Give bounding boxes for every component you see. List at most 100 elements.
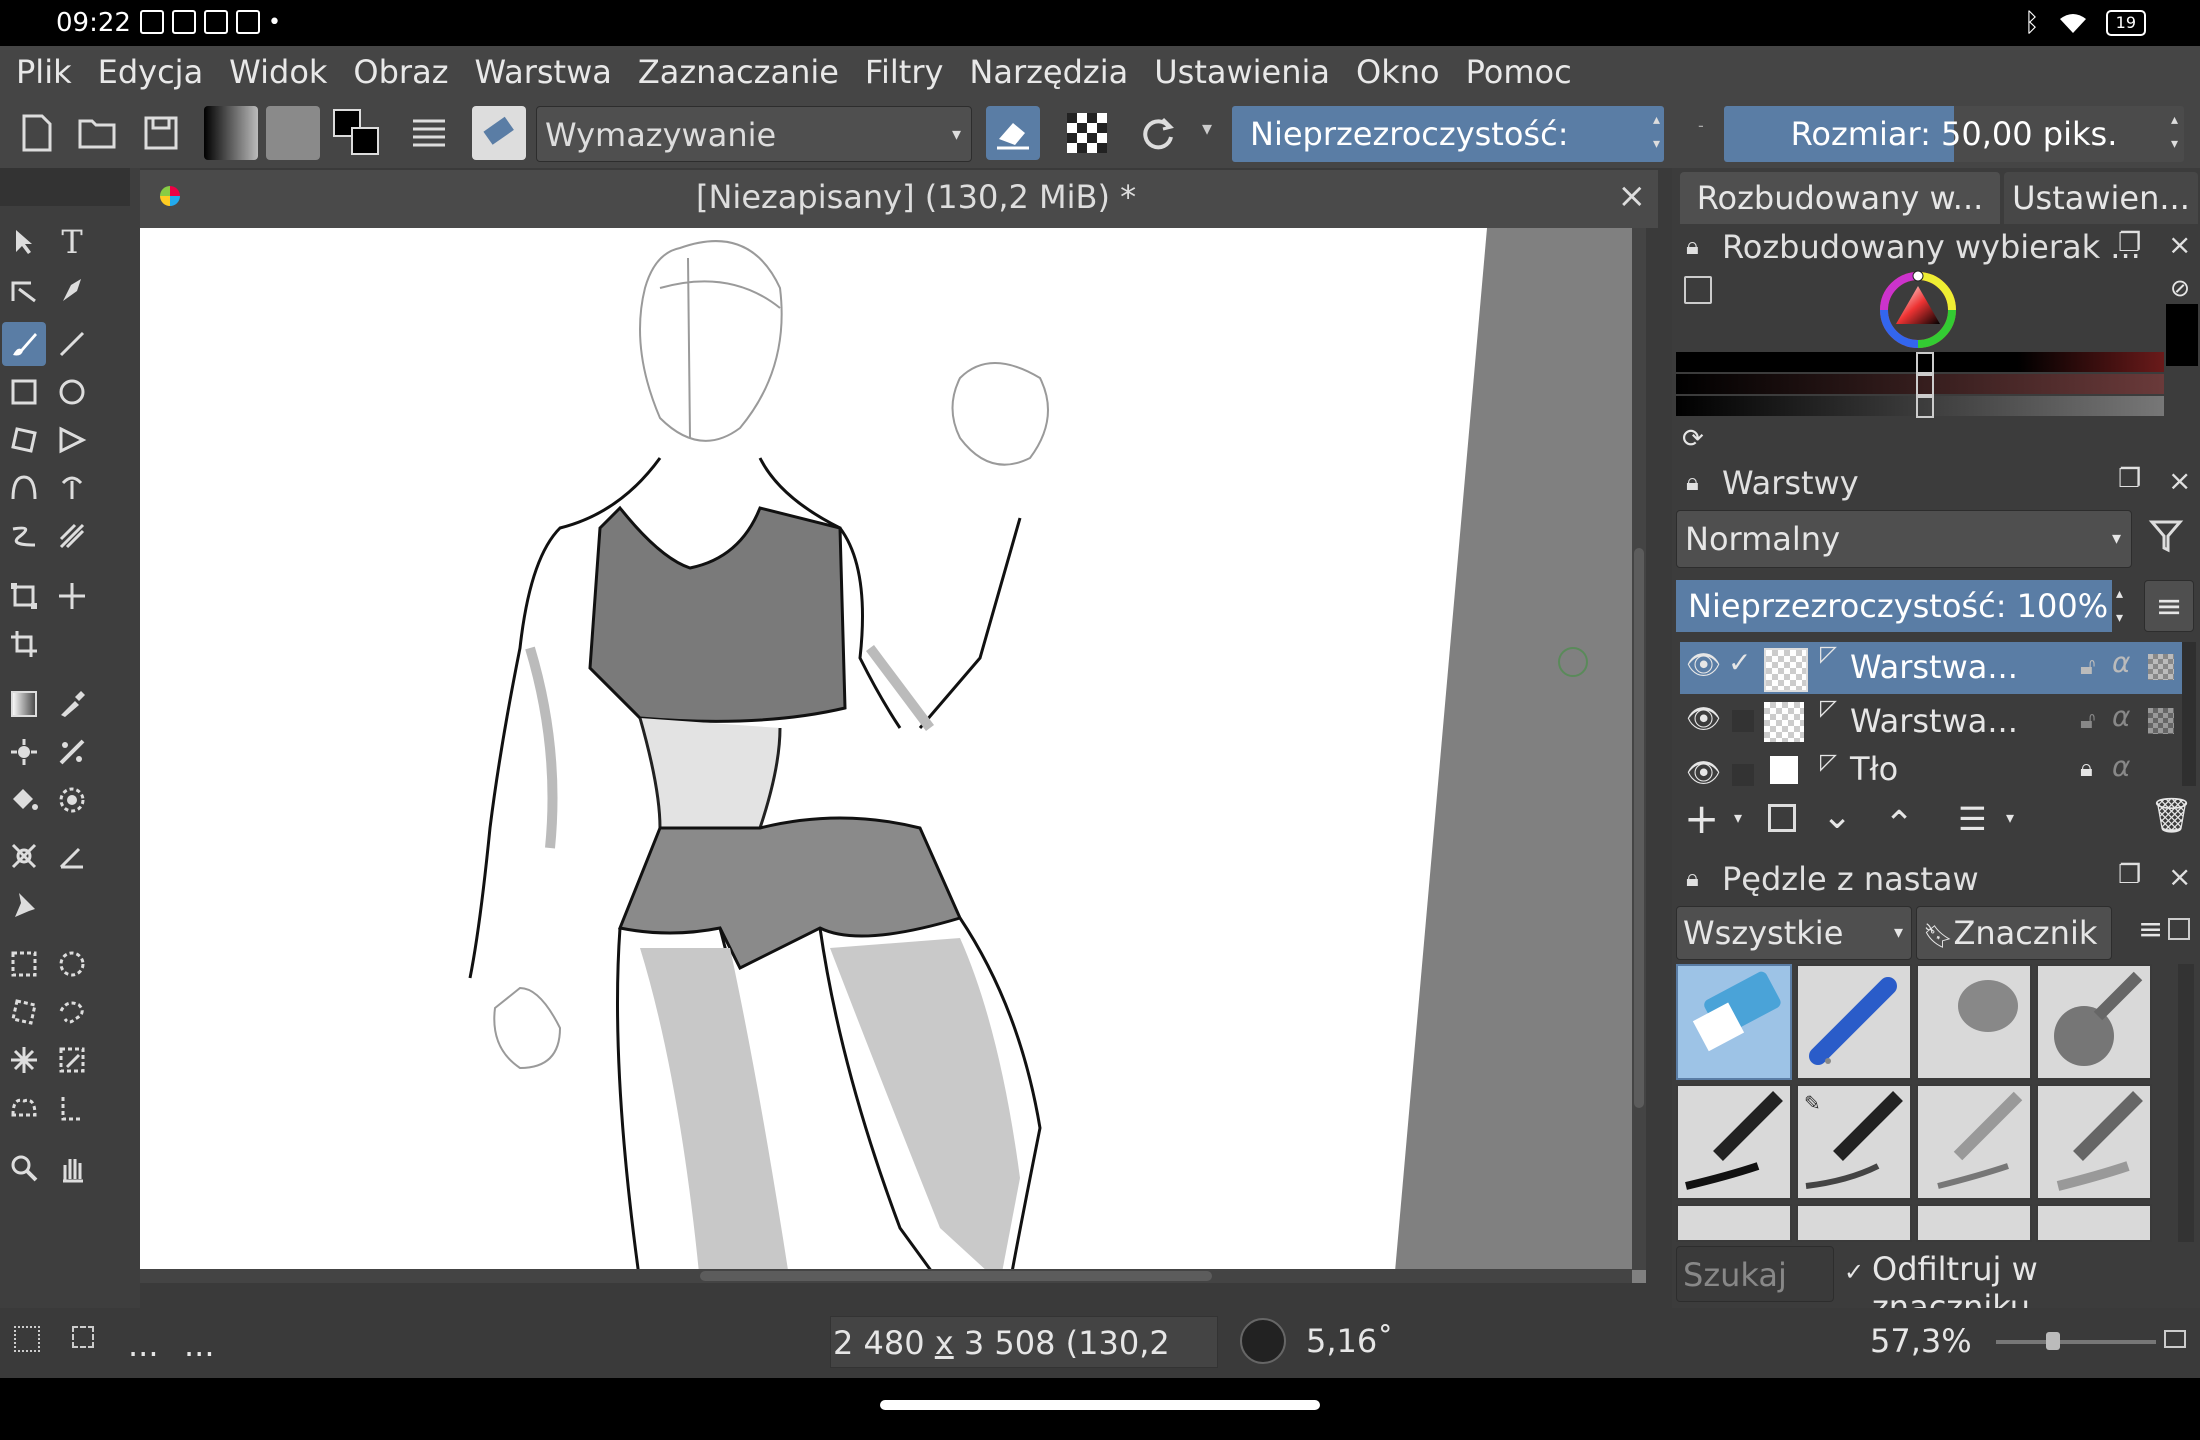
- brush-preset-ink-pen[interactable]: [1676, 1084, 1792, 1200]
- freehand-path-icon[interactable]: [50, 466, 94, 510]
- edit-shapes-icon[interactable]: [2, 268, 46, 312]
- layer-properties-icon[interactable]: ☰: [1958, 800, 1987, 838]
- brush-preset-soft-eraser[interactable]: [1916, 964, 2032, 1080]
- lock-icon[interactable]: 🔒︎: [1686, 468, 1699, 496]
- eye-icon[interactable]: 👁︎: [1686, 756, 1722, 786]
- layer-row[interactable]: 👁︎ ◸ Warstwa... 🔓︎ α: [1680, 696, 2190, 748]
- brush-preset-row-partial[interactable]: [1796, 1204, 1912, 1242]
- filter-icon[interactable]: [2148, 518, 2184, 558]
- slider-handle[interactable]: [1916, 374, 1934, 396]
- line-tool-icon[interactable]: [50, 322, 94, 366]
- colorize-mask-icon[interactable]: [2, 730, 46, 774]
- reference-pin-icon[interactable]: [2, 882, 46, 926]
- document-tab[interactable]: [Niezapisany] (130,2 MiB) * ×: [140, 170, 1658, 228]
- chevron-down-icon[interactable]: ▾: [2006, 808, 2014, 827]
- docker-tab-color-selector[interactable]: Rozbudowany w...: [1680, 172, 2000, 224]
- menu-view[interactable]: Widok: [229, 53, 327, 91]
- close-tab-icon[interactable]: ×: [1618, 176, 1647, 216]
- float-docker-icon[interactable]: ❐: [2118, 464, 2141, 494]
- no-color-icon[interactable]: ⊘: [2170, 274, 2190, 302]
- rectangle-tool-icon[interactable]: [2, 370, 46, 414]
- brush-tag-button[interactable]: 🔖︎Znacznik: [1916, 906, 2112, 960]
- preserve-alpha-icon[interactable]: [1060, 106, 1114, 160]
- spinner-arrows-icon[interactable]: ▴ ▾: [1653, 108, 1660, 156]
- layers-scrollbar[interactable]: [2182, 642, 2196, 786]
- contiguous-selection-icon[interactable]: [2, 1038, 46, 1082]
- dynamic-brush-icon[interactable]: [2, 514, 46, 558]
- menu-tools[interactable]: Narzędzia: [969, 53, 1128, 91]
- brush-preset-dropdown[interactable]: Wymazywanie ▾: [536, 106, 972, 162]
- opacity-slider[interactable]: Nieprzezroczystość: 100% ▴▾: [1232, 106, 1664, 209]
- delete-layer-icon[interactable]: 🗑︎: [2150, 796, 2193, 836]
- rotation-value[interactable]: 5,16˚: [1306, 1322, 1393, 1360]
- current-color-swatch[interactable]: [2166, 304, 2198, 366]
- menu-select[interactable]: Zaznaczanie: [638, 53, 839, 91]
- alpha-lock-icon[interactable]: α: [2112, 646, 2130, 679]
- rect-selection-icon[interactable]: [2, 942, 46, 986]
- vertical-scroll-thumb[interactable]: [1634, 548, 1644, 1108]
- gradient-tool-icon[interactable]: [2, 682, 46, 726]
- brush-preset-pencil[interactable]: [1916, 1084, 2032, 1200]
- filter-in-tag-checkbox[interactable]: ✓: [1844, 1258, 1864, 1286]
- brush-view-icon[interactable]: [2168, 918, 2190, 940]
- lock-icon[interactable]: 🔒︎: [1686, 864, 1699, 892]
- bezier-selection-icon[interactable]: [2, 1086, 46, 1130]
- pan-tool-icon[interactable]: [50, 1146, 94, 1190]
- close-docker-icon[interactable]: ×: [2168, 464, 2191, 497]
- docker-tab-tool-options[interactable]: Ustawien...: [2004, 172, 2198, 224]
- menu-file[interactable]: Plik: [16, 53, 72, 91]
- brush-settings-icon[interactable]: [402, 106, 456, 160]
- alpha-lock-icon[interactable]: α: [2112, 750, 2130, 783]
- home-gesture-handle[interactable]: [880, 1400, 1320, 1410]
- menu-image[interactable]: Obraz: [353, 53, 448, 91]
- image-dimensions[interactable]: 2 480 x 3 508 (130,2 MiB): [830, 1316, 1218, 1414]
- reload-preset-icon[interactable]: [1130, 106, 1184, 160]
- brush-preset-marker[interactable]: [2036, 1084, 2152, 1200]
- brush-preset-row-partial[interactable]: [1676, 1204, 1792, 1242]
- freehand-selection-icon[interactable]: [50, 990, 94, 1034]
- zoom-slider-handle[interactable]: [2046, 1332, 2060, 1350]
- smart-patch-icon[interactable]: [50, 730, 94, 774]
- polygon-selection-icon[interactable]: [2, 990, 46, 1034]
- alpha-lock-icon[interactable]: α: [2112, 700, 2130, 733]
- menu-settings[interactable]: Ustawienia: [1154, 53, 1330, 91]
- menu-layer[interactable]: Warstwa: [474, 53, 611, 91]
- reset-colors-icon[interactable]: ⟳: [1682, 424, 1704, 454]
- lock-icon[interactable]: 🔒︎: [2080, 754, 2093, 782]
- layer-name[interactable]: Tło: [1850, 750, 1898, 786]
- brush-preset-airbrush[interactable]: [2036, 964, 2152, 1080]
- brush-preset-thumbnail-icon[interactable]: [472, 106, 526, 160]
- layer-checkbox[interactable]: [1732, 710, 1754, 732]
- color-slider-hue[interactable]: [1676, 352, 2164, 374]
- menu-window[interactable]: Okno: [1356, 53, 1440, 91]
- vertical-scrollbar[interactable]: [1632, 228, 1646, 1270]
- multibrush-icon[interactable]: [50, 514, 94, 558]
- chevron-down-icon[interactable]: ▾: [1734, 808, 1742, 827]
- inherit-alpha-icon[interactable]: [2148, 654, 2174, 680]
- horizontal-scrollbar[interactable]: [140, 1269, 1632, 1283]
- layer-row[interactable]: 👁︎ ✓ ◸ Warstwa... 🔓︎ α: [1680, 642, 2190, 694]
- close-docker-icon[interactable]: ×: [2168, 228, 2191, 261]
- brush-search-input[interactable]: Szukaj: [1676, 1246, 1834, 1302]
- layer-row[interactable]: 👁︎ ◸ Tło 🔒︎ α: [1680, 750, 2190, 786]
- close-docker-icon[interactable]: ×: [2168, 860, 2191, 893]
- move-tool-icon[interactable]: [50, 574, 94, 618]
- menu-help[interactable]: Pomoc: [1466, 53, 1572, 91]
- eye-icon[interactable]: 👁︎: [1686, 702, 1722, 735]
- similar-selection-icon[interactable]: [50, 1038, 94, 1082]
- color-wheel[interactable]: [1878, 270, 1958, 350]
- layer-menu-button[interactable]: ≡: [2144, 580, 2194, 632]
- fullscreen-icon[interactable]: [2164, 1330, 2186, 1348]
- inherit-alpha-icon[interactable]: [2148, 708, 2174, 734]
- rotation-dial-icon[interactable]: [1240, 1318, 1286, 1364]
- size-slider[interactable]: Rozmiar: 50,00 piks. ▴ ▾: [1724, 106, 2184, 162]
- color-slider-saturation[interactable]: [1676, 374, 2164, 396]
- lock-icon[interactable]: 🔓︎: [2080, 706, 2096, 734]
- canvas-drawing[interactable]: [140, 228, 1646, 1283]
- eye-icon[interactable]: 👁︎: [1686, 648, 1722, 681]
- fill-tool-icon[interactable]: [2, 778, 46, 822]
- brush-preset-ink-brush[interactable]: ✎: [1796, 1084, 1912, 1200]
- color-selector-settings-icon[interactable]: [1684, 276, 1712, 304]
- text-tool-icon[interactable]: T: [50, 220, 94, 264]
- new-document-icon[interactable]: [10, 106, 64, 160]
